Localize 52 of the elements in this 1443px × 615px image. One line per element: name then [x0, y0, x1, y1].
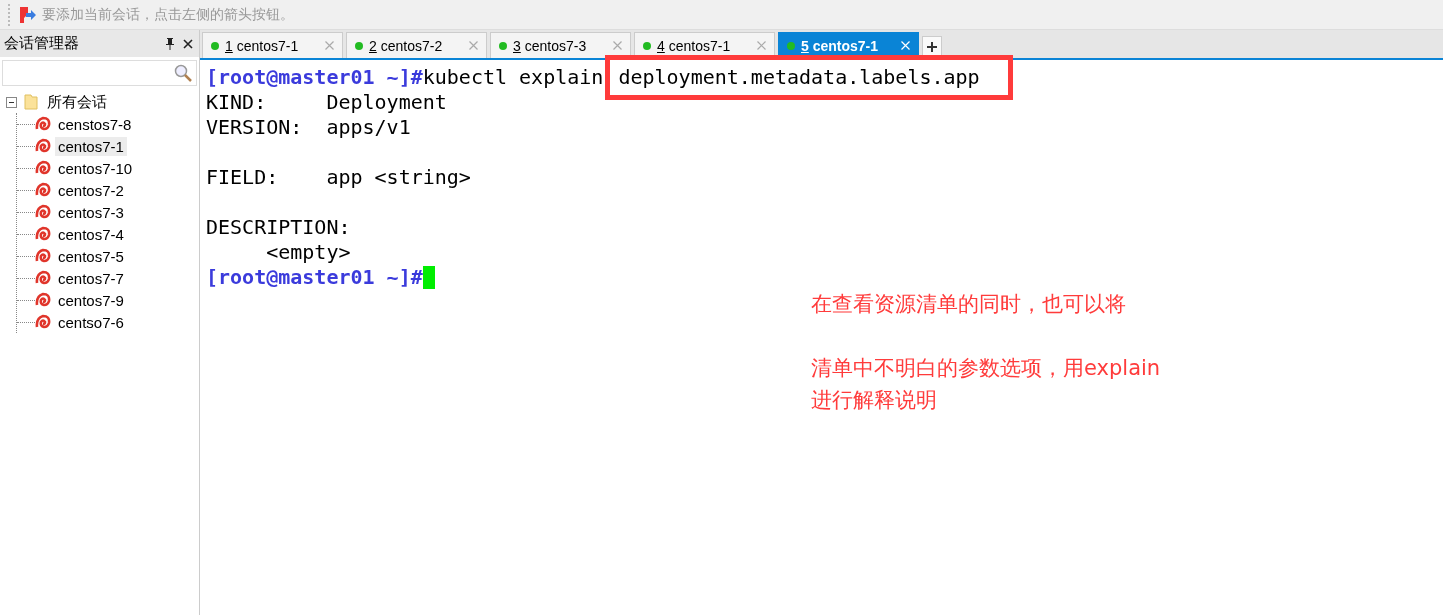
highlighted-argument: deployment.metadata.labels.app: [605, 55, 1013, 100]
spiral-icon: [35, 182, 51, 198]
new-tab-icon[interactable]: [922, 36, 942, 58]
pin-icon[interactable]: [165, 37, 175, 50]
search-field[interactable]: [2, 60, 197, 86]
tree-item[interactable]: centos7-5: [55, 246, 127, 266]
tree-item[interactable]: centos7-4: [55, 224, 127, 244]
spiral-icon: [35, 248, 51, 264]
status-dot-icon: [355, 41, 363, 50]
spiral-icon: [35, 226, 51, 242]
annotation-text: 在查看资源清单的同时，也可以将: [811, 291, 1127, 318]
session-tab[interactable]: 2 centos7-2: [346, 32, 487, 58]
spiral-icon: [35, 292, 51, 308]
output-line: DESCRIPTION:: [206, 215, 351, 240]
status-dot-icon: [787, 41, 795, 50]
command-text: kubectl explain: [422, 65, 605, 90]
shell-prompt: [root@master01 ~]#: [206, 265, 423, 290]
search-icon: [174, 64, 192, 82]
tree-item[interactable]: centos7-3: [55, 202, 127, 222]
session-tab[interactable]: 1 centos7-1: [202, 32, 343, 58]
spiral-icon: [35, 204, 51, 220]
close-icon[interactable]: [183, 38, 193, 49]
panel-title: 会话管理器: [4, 34, 80, 53]
spiral-icon: [35, 160, 51, 176]
flag-arrow-icon[interactable]: [18, 5, 36, 24]
spiral-icon: [35, 116, 51, 132]
tree-item[interactable]: centso7-6: [55, 312, 127, 332]
output-line: KIND: Deployment: [206, 90, 447, 115]
spiral-icon: [35, 138, 51, 154]
collapse-icon[interactable]: [6, 96, 17, 108]
tree-item[interactable]: 所有会话: [44, 91, 110, 113]
output-line: <empty>: [265, 240, 351, 265]
annotation-text: 清单中不明白的参数选项，用explain 进行解释说明: [811, 355, 1161, 414]
tree-item[interactable]: centos7-9: [55, 290, 127, 310]
folder-icon: [24, 94, 38, 110]
tree-item[interactable]: centos7-7: [55, 268, 127, 288]
spiral-icon: [35, 314, 51, 330]
shell-prompt: [root@master01 ~]#: [206, 65, 423, 90]
session-tab[interactable]: 3 centos7-3: [490, 32, 631, 58]
status-dot-icon: [211, 41, 219, 50]
status-dot-icon: [643, 41, 651, 50]
hint-text: 要添加当前会话，点击左侧的箭头按钮。: [42, 5, 294, 24]
tree-item[interactable]: centos7-2: [55, 180, 127, 200]
status-dot-icon: [499, 41, 507, 50]
tree-item[interactable]: censtos7-8: [55, 114, 135, 134]
output-line: VERSION: apps/v1: [206, 115, 411, 140]
output-line: FIELD: app <string>: [206, 165, 471, 190]
session-tab[interactable]: 5 centos7-1: [778, 32, 919, 58]
session-tab[interactable]: 4 centos7-1: [634, 32, 775, 58]
tree-item[interactable]: centos7-10: [55, 158, 136, 178]
spiral-icon: [35, 270, 51, 286]
tree-item[interactable]: centos7-1: [55, 136, 127, 156]
